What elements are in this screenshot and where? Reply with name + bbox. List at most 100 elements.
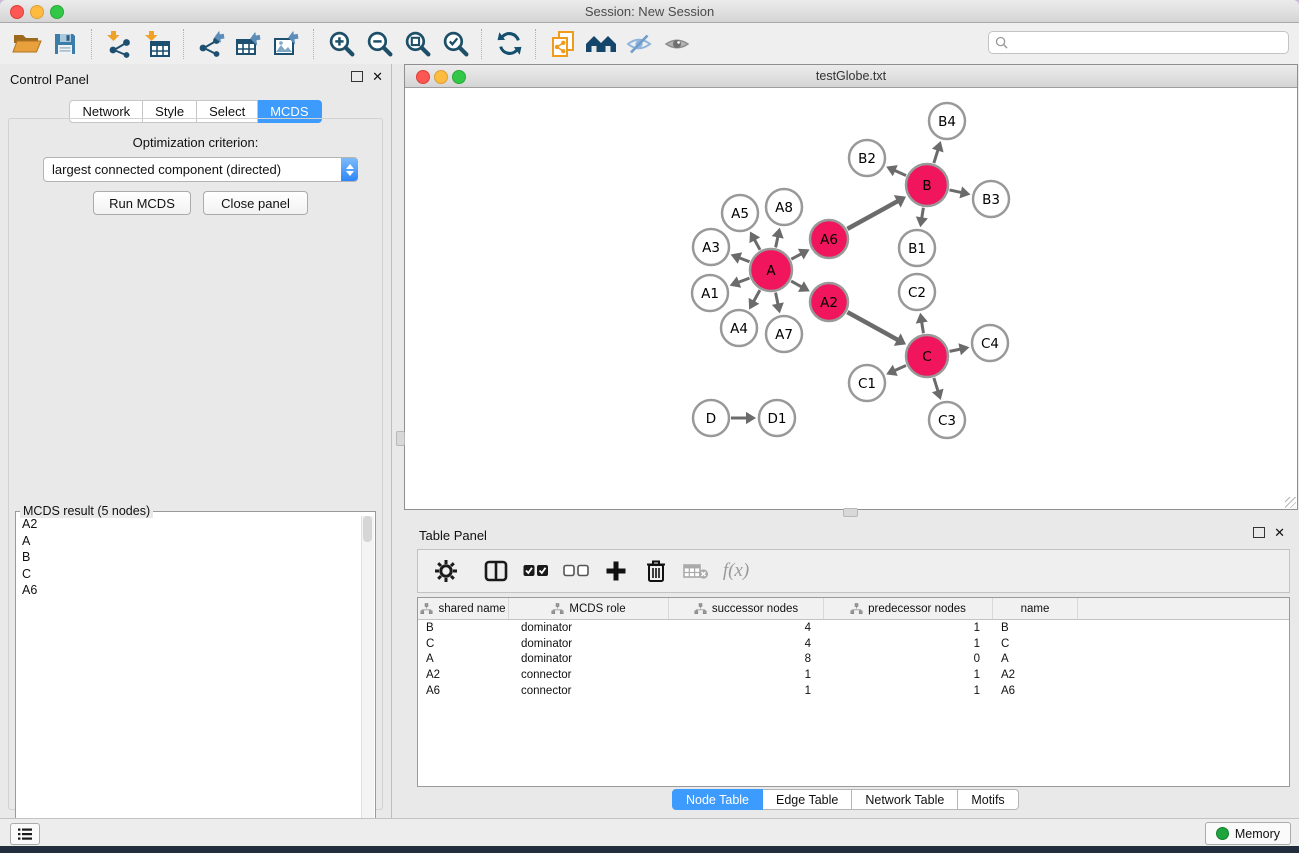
- function-builder-button[interactable]: f(x): [716, 553, 756, 589]
- node-label: A5: [731, 206, 749, 222]
- zoom-fit-button[interactable]: [398, 27, 436, 61]
- memory-button[interactable]: Memory: [1205, 822, 1291, 845]
- houses-icon: [585, 31, 617, 57]
- table-row[interactable]: Cdominator41C: [418, 636, 1289, 652]
- close-panel-button[interactable]: Close panel: [203, 191, 308, 215]
- graph-node-C3[interactable]: C3: [929, 402, 965, 438]
- graph-node-B1[interactable]: B1: [899, 230, 935, 266]
- graph-node-B4[interactable]: B4: [929, 103, 965, 139]
- result-scrollbar[interactable]: [361, 516, 374, 846]
- criterion-dropdown[interactable]: largest connected component (directed): [43, 157, 358, 182]
- table-settings-button[interactable]: [426, 553, 466, 589]
- graph-node-C1[interactable]: C1: [849, 365, 885, 401]
- search-input[interactable]: [1012, 35, 1288, 51]
- column-header-name[interactable]: name: [993, 598, 1078, 619]
- graph-node-B2[interactable]: B2: [849, 140, 885, 176]
- column-header-successor-nodes[interactable]: successor nodes: [669, 598, 824, 619]
- graph-node-A4[interactable]: A4: [721, 310, 757, 346]
- table-row[interactable]: A6connector11A6: [418, 683, 1289, 699]
- show-all-button[interactable]: [658, 27, 696, 61]
- graph-node-B3[interactable]: B3: [973, 181, 1009, 217]
- left-divider-handle[interactable]: [396, 431, 405, 446]
- graph-node-A8[interactable]: A8: [766, 189, 802, 225]
- graph-node-A7[interactable]: A7: [766, 316, 802, 352]
- cell-MCDS-role: connector: [509, 669, 669, 681]
- tab-network-table[interactable]: Network Table: [852, 789, 958, 810]
- graph-node-A5[interactable]: A5: [722, 195, 758, 231]
- zoom-selected-button[interactable]: [436, 27, 474, 61]
- mcds-result-item[interactable]: A2: [17, 516, 361, 533]
- import-table-button[interactable]: [138, 27, 176, 61]
- control-panel: Control Panel ✕ NetworkStyleSelectMCDS O…: [0, 64, 392, 818]
- network-graph: A A1 A2 A3 A4 A5 A6 A7 A8 B B1 B2 B3 B4 C C1 C2 C3 C4 D D1: [405, 88, 1297, 509]
- save-session-button[interactable]: [46, 27, 84, 61]
- cell-predecessor-nodes: 1: [824, 669, 993, 681]
- graph-node-D1[interactable]: D1: [759, 400, 795, 436]
- export-image-button[interactable]: [268, 27, 306, 61]
- mcds-result-item[interactable]: A6: [17, 582, 361, 599]
- node-label: A7: [775, 327, 793, 343]
- plus-icon: [605, 560, 627, 582]
- node-label: C1: [858, 376, 876, 392]
- tab-node-table[interactable]: Node Table: [672, 789, 763, 810]
- first-neighbors-button[interactable]: [582, 27, 620, 61]
- node-label: C3: [938, 413, 956, 429]
- open-session-button[interactable]: [8, 27, 46, 61]
- zoom-out-button[interactable]: [360, 27, 398, 61]
- gear-icon: [434, 559, 458, 583]
- close-table-panel-icon[interactable]: ✕: [1274, 527, 1285, 538]
- table-row[interactable]: A2connector11A2: [418, 667, 1289, 683]
- bottom-divider-handle[interactable]: [843, 508, 858, 517]
- zoom-in-button[interactable]: [322, 27, 360, 61]
- node-label: A3: [702, 240, 720, 256]
- task-history-button[interactable]: [10, 823, 40, 845]
- float-panel-icon[interactable]: [351, 71, 363, 82]
- import-network-button[interactable]: [100, 27, 138, 61]
- new-network-from-selection-button[interactable]: [544, 27, 582, 61]
- column-header-predecessor-nodes[interactable]: predecessor nodes: [824, 598, 993, 619]
- cell-successor-nodes: 8: [669, 653, 824, 665]
- search-field[interactable]: [988, 31, 1289, 54]
- show-column-button[interactable]: [476, 553, 516, 589]
- graph-node-A[interactable]: A: [750, 249, 792, 291]
- delete-table-button[interactable]: [676, 553, 716, 589]
- graph-node-A6[interactable]: A6: [810, 220, 848, 258]
- table-row[interactable]: Bdominator41B: [418, 620, 1289, 636]
- cell-successor-nodes: 1: [669, 669, 824, 681]
- checked-boxes-icon: [523, 564, 549, 578]
- column-header-shared-name[interactable]: shared name: [418, 598, 509, 619]
- graph-node-C[interactable]: C: [906, 335, 948, 377]
- create-column-button[interactable]: [596, 553, 636, 589]
- select-all-columns-button[interactable]: [516, 553, 556, 589]
- graph-node-D[interactable]: D: [693, 400, 729, 436]
- graph-node-A1[interactable]: A1: [692, 275, 728, 311]
- unchecked-boxes-icon: [563, 564, 589, 578]
- refresh-button[interactable]: [490, 27, 528, 61]
- export-network-button[interactable]: [192, 27, 230, 61]
- deselect-all-columns-button[interactable]: [556, 553, 596, 589]
- resize-grip[interactable]: [1285, 497, 1296, 508]
- float-table-panel-icon[interactable]: [1253, 527, 1265, 538]
- table-row[interactable]: Adominator80A: [418, 652, 1289, 668]
- mcds-result-item[interactable]: B: [17, 549, 361, 566]
- mcds-result-item[interactable]: A: [17, 533, 361, 550]
- hide-selected-button[interactable]: [620, 27, 658, 61]
- column-header-MCDS-role[interactable]: MCDS role: [509, 598, 669, 619]
- graph-node-C2[interactable]: C2: [899, 274, 935, 310]
- graph-node-A2[interactable]: A2: [810, 283, 848, 321]
- graph-node-B[interactable]: B: [906, 164, 948, 206]
- cell-MCDS-role: dominator: [509, 638, 669, 650]
- delete-column-button[interactable]: [636, 553, 676, 589]
- run-mcds-button[interactable]: Run MCDS: [93, 191, 191, 215]
- tab-motifs[interactable]: Motifs: [958, 789, 1018, 810]
- export-network-icon: [197, 30, 225, 58]
- export-table-button[interactable]: [230, 27, 268, 61]
- mcds-result-item[interactable]: C: [17, 566, 361, 583]
- scrollbar-thumb[interactable]: [363, 516, 372, 542]
- tab-edge-table[interactable]: Edge Table: [763, 789, 852, 810]
- close-panel-icon[interactable]: ✕: [372, 71, 383, 82]
- network-canvas[interactable]: A A1 A2 A3 A4 A5 A6 A7 A8 B B1 B2 B3 B4 C C1 C2 C3 C4 D D1: [405, 88, 1297, 509]
- graph-node-C4[interactable]: C4: [972, 325, 1008, 361]
- memory-status-icon: [1216, 827, 1229, 840]
- graph-node-A3[interactable]: A3: [693, 229, 729, 265]
